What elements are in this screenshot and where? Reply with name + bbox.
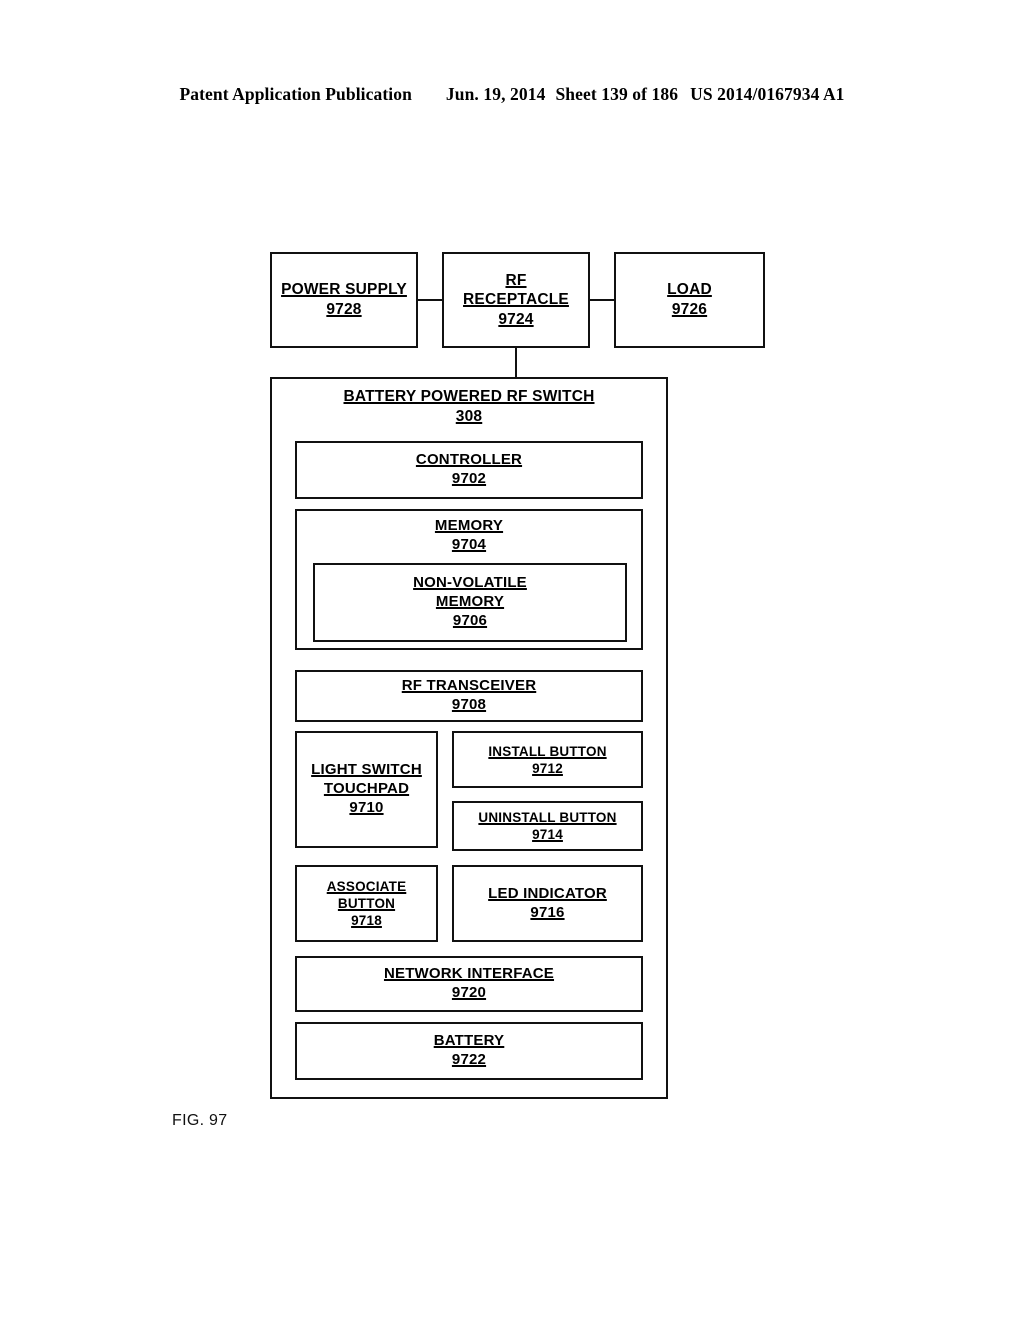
network-interface-title: NETWORK INTERFACE [383, 965, 555, 983]
rf-transceiver-block[interactable]: RF TRANSCEIVER 9708 [295, 670, 643, 722]
controller-ref: 9702 [451, 470, 487, 487]
battery-ref: 9722 [451, 1051, 487, 1068]
rf-receptacle-block[interactable]: RF RECEPTACLE 9724 [442, 252, 590, 348]
nvm-ref: 9706 [452, 611, 488, 629]
led-indicator-title: LED INDICATOR [488, 884, 607, 902]
network-interface-block[interactable]: NETWORK INTERFACE 9720 [295, 956, 643, 1012]
light-switch-touchpad-block[interactable]: LIGHT SWITCH TOUCHPAD 9710 [295, 731, 438, 848]
connector-power-to-receptacle [417, 299, 444, 301]
battery-title: BATTERY [433, 1032, 505, 1050]
figure-caption: FIG. 97 [172, 1112, 228, 1129]
battery-block[interactable]: BATTERY 9722 [295, 1022, 643, 1080]
associate-button-block[interactable]: ASSOCIATE BUTTON 9718 [295, 865, 438, 942]
load-block[interactable]: LOAD 9726 [614, 252, 765, 348]
nvm-title-line2: MEMORY [435, 593, 505, 611]
rf-transceiver-title: RF TRANSCEIVER [401, 677, 537, 695]
install-button-block[interactable]: INSTALL BUTTON 9712 [452, 731, 643, 788]
memory-title: MEMORY [434, 517, 504, 534]
container-ref: 308 [455, 407, 483, 425]
power-supply-block[interactable]: POWER SUPPLY 9728 [270, 252, 418, 348]
container-heading: BATTERY POWERED RF SWITCH 308 [344, 387, 595, 427]
rf-receptacle-ref: 9724 [498, 310, 534, 328]
power-supply-title: POWER SUPPLY [281, 281, 407, 299]
load-ref: 9726 [671, 301, 708, 318]
power-supply-ref: 9728 [326, 301, 362, 318]
led-indicator-block[interactable]: LED INDICATOR 9716 [452, 865, 643, 942]
non-volatile-memory-block[interactable]: NON-VOLATILE MEMORY 9706 [313, 563, 627, 642]
install-button-ref: 9712 [532, 760, 563, 776]
rf-transceiver-ref: 9708 [451, 696, 487, 713]
uninstall-button-block[interactable]: UNINSTALL BUTTON 9714 [452, 801, 643, 851]
network-interface-ref: 9720 [451, 984, 487, 1001]
connector-receptacle-to-switch [515, 347, 517, 378]
rf-receptacle-title-line2: RECEPTACLE [463, 291, 569, 309]
touchpad-ref: 9710 [349, 798, 384, 816]
associate-button-ref: 9718 [351, 913, 382, 928]
connector-receptacle-to-load [589, 299, 615, 301]
uninstall-button-title: UNINSTALL BUTTON [478, 810, 617, 825]
container-title: BATTERY POWERED RF SWITCH [343, 388, 595, 405]
memory-heading: MEMORY 9704 [435, 517, 503, 555]
memory-ref: 9704 [451, 535, 487, 553]
rf-receptacle-title-line1: RF [505, 271, 527, 289]
patent-figure: POWER SUPPLY 9728 RF RECEPTACLE 9724 LOA… [0, 0, 1024, 1320]
controller-title: CONTROLLER [415, 451, 523, 469]
associate-button-title-line2: BUTTON [337, 896, 396, 911]
load-title: LOAD [667, 281, 712, 299]
uninstall-button-ref: 9714 [532, 827, 563, 842]
touchpad-title-line2: TOUCHPAD [323, 780, 410, 798]
nvm-title-line1: NON-VOLATILE [413, 574, 527, 592]
install-button-title: INSTALL BUTTON [488, 743, 607, 759]
led-indicator-ref: 9716 [530, 903, 565, 921]
controller-block[interactable]: CONTROLLER 9702 [295, 441, 643, 499]
touchpad-title-line1: LIGHT SWITCH [311, 761, 422, 779]
associate-button-title-line1: ASSOCIATE [326, 879, 407, 894]
